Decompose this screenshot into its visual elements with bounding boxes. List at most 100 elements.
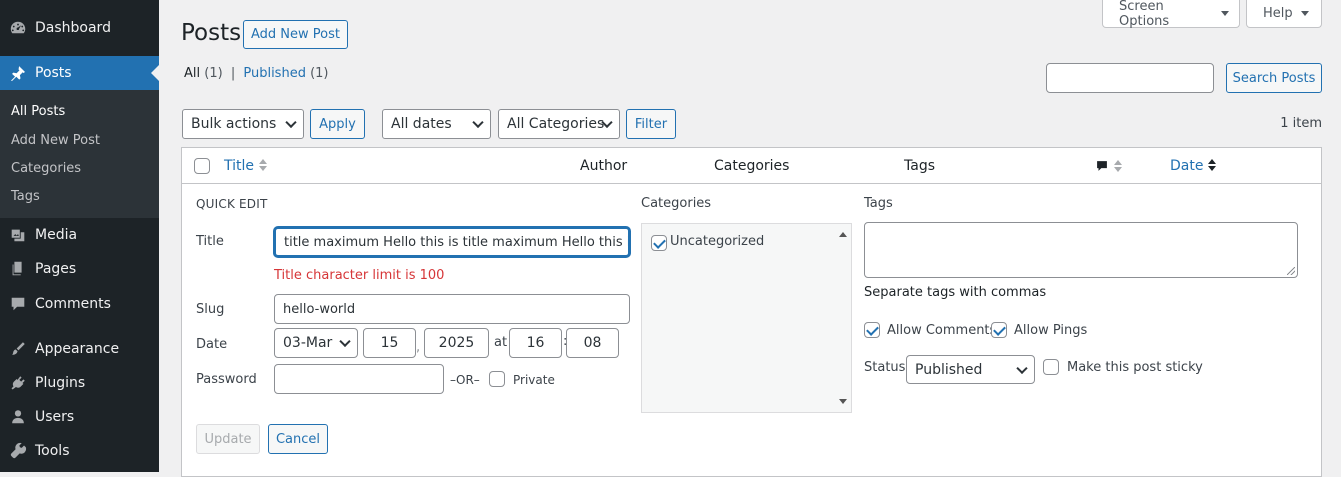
scroll-up-icon[interactable] xyxy=(839,232,847,237)
column-title-label: Title xyxy=(224,158,255,174)
chevron-down-icon xyxy=(1300,11,1309,16)
search-posts-button[interactable]: Search Posts xyxy=(1226,63,1322,93)
sticky-label: Make this post sticky xyxy=(1067,360,1203,375)
slug-input[interactable]: hello-world xyxy=(274,294,630,324)
update-button[interactable]: Update xyxy=(196,424,260,454)
search-input[interactable] xyxy=(1046,63,1214,93)
private-checkbox[interactable] xyxy=(489,371,505,387)
submenu-add-new-post[interactable]: Add New Post xyxy=(11,133,100,148)
cancel-button[interactable]: Cancel xyxy=(268,424,328,454)
sticky-checkbox[interactable] xyxy=(1043,359,1059,375)
categories-heading: Categories xyxy=(641,196,712,211)
menu-item-tools[interactable]: Tools xyxy=(0,434,159,468)
categories-filter-select[interactable]: All Categories xyxy=(498,109,620,139)
password-input[interactable] xyxy=(274,364,444,394)
column-date-label: Date xyxy=(1170,158,1204,174)
table-header: Title Author Categories Tags Date xyxy=(182,148,1321,184)
posts-table: Title Author Categories Tags Date QUICK … xyxy=(181,147,1322,477)
menu-item-users[interactable]: Users xyxy=(0,400,159,434)
menu-item-appearance[interactable]: Appearance xyxy=(0,332,159,366)
tags-hint: Separate tags with commas xyxy=(864,285,1047,300)
column-author-header: Author xyxy=(580,158,628,174)
column-tags-header: Tags xyxy=(904,158,935,174)
select-all-checkbox[interactable] xyxy=(194,158,210,174)
help-button[interactable]: Help xyxy=(1246,0,1322,28)
dashboard-icon xyxy=(8,18,28,38)
bulk-actions-value: Bulk actions xyxy=(191,116,277,132)
view-all-link[interactable]: All xyxy=(184,66,200,81)
menu-label-tools: Tools xyxy=(35,443,70,459)
menu-label-appearance: Appearance xyxy=(35,341,120,357)
categories-checklist[interactable]: Uncategorized xyxy=(641,223,852,413)
private-label: Private xyxy=(513,373,555,387)
dates-filter-select[interactable]: All dates xyxy=(382,109,491,139)
submenu-tags[interactable]: Tags xyxy=(11,189,40,204)
status-value: Published xyxy=(915,361,983,378)
title-input[interactable]: title maximum Hello this is title maximu… xyxy=(274,227,630,257)
tags-heading: Tags xyxy=(864,196,893,211)
submenu-all-posts[interactable]: All Posts xyxy=(11,104,65,119)
view-published-link[interactable]: Published xyxy=(243,66,306,81)
view-all-count: (1) xyxy=(204,66,223,81)
title-field-label: Title xyxy=(196,234,224,249)
menu-label-pages: Pages xyxy=(35,261,77,277)
at-label: at xyxy=(494,335,508,350)
page-title: Posts xyxy=(181,20,242,46)
month-value: 03-Mar xyxy=(283,335,333,351)
scroll-down-icon[interactable] xyxy=(839,399,847,404)
menu-item-pages[interactable]: Pages xyxy=(0,252,159,286)
column-date-header[interactable]: Date xyxy=(1170,158,1217,174)
allow-comments-label: Allow Comments xyxy=(887,323,997,338)
slug-field-label: Slug xyxy=(196,302,225,317)
column-title-header[interactable]: Title xyxy=(224,158,268,174)
menu-item-posts[interactable]: Posts xyxy=(0,56,159,90)
user-icon xyxy=(8,407,28,427)
menu-label-users: Users xyxy=(35,409,75,425)
menu-item-dashboard[interactable]: Dashboard xyxy=(0,11,159,45)
menu-label-plugins: Plugins xyxy=(35,375,86,391)
admin-sidebar: Dashboard Posts All Posts Add New Post C… xyxy=(0,0,159,472)
add-new-post-button[interactable]: Add New Post xyxy=(243,20,348,49)
allow-comments-checkbox[interactable] xyxy=(864,322,880,338)
quick-edit-heading: QUICK EDIT xyxy=(196,197,268,211)
comment-bubble-icon xyxy=(1097,161,1107,171)
screen-options-button[interactable]: Screen Options xyxy=(1102,0,1240,29)
minute-input[interactable]: 08 xyxy=(566,328,619,358)
comment-icon xyxy=(8,294,28,314)
menu-item-comments[interactable]: Comments xyxy=(0,287,159,321)
year-input[interactable]: 2025 xyxy=(424,328,489,358)
submenu-categories[interactable]: Categories xyxy=(11,161,81,176)
menu-label-dashboard: Dashboard xyxy=(35,20,111,36)
screen-options-label: Screen Options xyxy=(1119,0,1170,29)
dates-filter-value: All dates xyxy=(391,116,452,132)
title-input-value: title maximum Hello this is title maximu… xyxy=(284,234,630,250)
tags-textarea[interactable] xyxy=(864,222,1298,278)
hour-input[interactable]: 16 xyxy=(509,328,562,358)
or-label: –OR– xyxy=(450,373,480,387)
month-select[interactable]: 03-Mar xyxy=(274,328,358,358)
help-label: Help xyxy=(1263,6,1293,21)
chevron-down-icon xyxy=(339,335,351,348)
view-published-count: (1) xyxy=(310,66,329,81)
status-label: Status xyxy=(864,360,906,375)
chevron-down-icon xyxy=(1221,11,1229,16)
menu-item-plugins[interactable]: Plugins xyxy=(0,366,159,400)
pages-icon xyxy=(8,259,28,279)
menu-label-media: Media xyxy=(35,227,78,243)
resize-handle-icon[interactable] xyxy=(1287,267,1295,275)
status-select[interactable]: Published xyxy=(906,355,1035,384)
filter-button[interactable]: Filter xyxy=(626,109,676,139)
post-status-views: All (1) | Published (1) xyxy=(184,66,329,81)
apply-button[interactable]: Apply xyxy=(310,109,365,139)
menu-item-media[interactable]: Media xyxy=(0,218,159,252)
day-input[interactable]: 15 xyxy=(363,328,416,358)
column-comments-header[interactable] xyxy=(1095,159,1122,175)
password-field-label: Password xyxy=(196,372,257,387)
wrench-icon xyxy=(8,441,28,461)
allow-pings-checkbox[interactable] xyxy=(991,322,1007,338)
column-categories-header: Categories xyxy=(714,158,790,174)
media-icon xyxy=(8,225,28,245)
bulk-actions-select[interactable]: Bulk actions xyxy=(182,109,304,139)
category-uncategorized-checkbox[interactable] xyxy=(651,235,667,251)
sort-icon xyxy=(1114,160,1122,172)
